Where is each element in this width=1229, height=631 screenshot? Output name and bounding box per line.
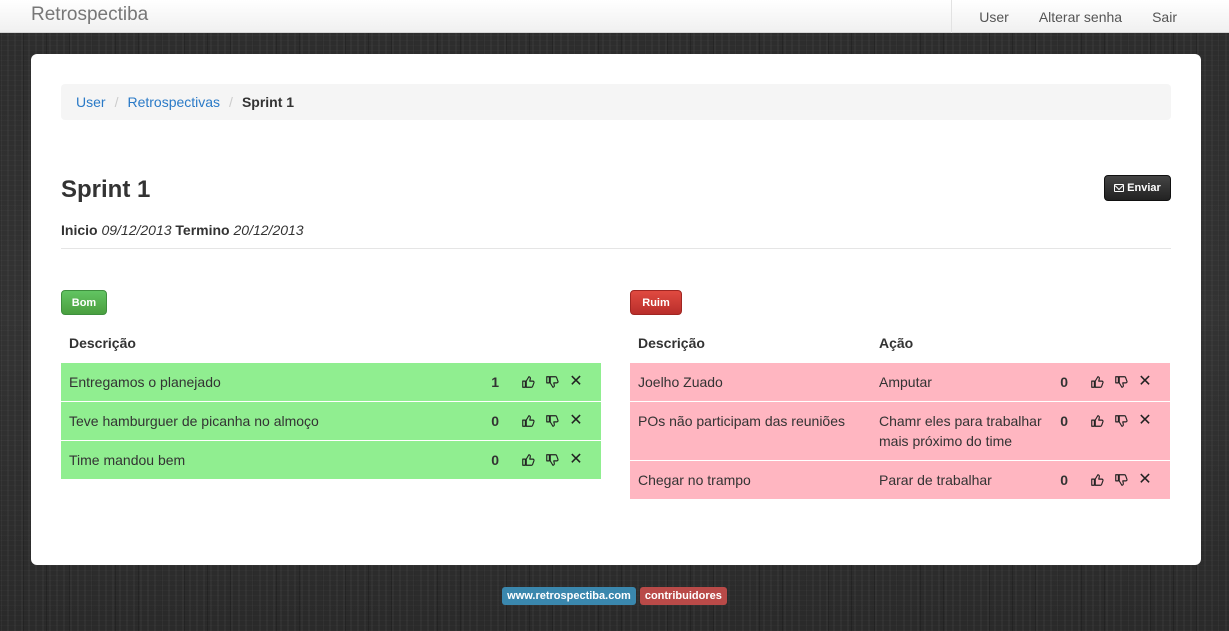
ruim-row-descricao: Joelho Zuado [630,361,871,402]
close-icon[interactable]: ✕ [567,412,585,430]
ruim-row-count: 0 [1052,400,1082,461]
send-button-label: Enviar [1127,182,1161,194]
ruim-header-acao: Ação [879,334,914,351]
page-title: Sprint 1 [61,176,151,203]
thumbs-up-icon[interactable] [519,451,537,469]
table-row: Chegar no trampo Parar de trabalhar 0 ✕ [630,459,1170,500]
close-icon[interactable]: ✕ [1136,471,1154,489]
thumbs-down-icon[interactable] [543,451,561,469]
termino-value: 20/12/2013 [233,222,304,238]
table-row: Time mandou bem 0 ✕ [61,439,601,479]
bom-header-descricao: Descrição [69,334,136,351]
breadcrumb-separator: / [229,94,233,110]
nav-links: User Alterar senha Sair [951,0,1229,33]
table-row: Teve hamburguer de picanha no almoço 0 ✕ [61,400,601,440]
thumbs-down-icon[interactable] [1112,412,1130,430]
thumbs-up-icon[interactable] [519,373,537,391]
ruim-row-count: 0 [1052,459,1082,500]
ruim-row-descricao: POs não participam das reuniões [630,400,871,461]
footer: www.retrospectiba.com contribuidores [0,587,1229,605]
breadcrumb-link-retrospectivas[interactable]: Retrospectivas [127,94,220,110]
bom-row-count: 0 [483,439,513,479]
bom-table: Descrição Entregamos o planejado 1 ✕ Tev… [61,324,601,479]
ruim-row-count: 0 [1052,361,1082,402]
row-actions: ✕ [1082,361,1170,402]
row-actions: ✕ [513,361,601,401]
ruim-label-button[interactable]: Ruim [630,290,682,315]
bom-row-count: 0 [483,400,513,440]
row-actions: ✕ [513,439,601,479]
bom-row-count: 1 [483,361,513,401]
nav-link-sair[interactable]: Sair [1152,9,1177,25]
divider [61,248,1171,249]
thumbs-down-icon[interactable] [1112,373,1130,391]
thumbs-down-icon[interactable] [543,412,561,430]
envelope-icon [1114,184,1125,192]
breadcrumb-separator: / [114,94,119,110]
send-button[interactable]: Enviar [1104,175,1171,201]
brand-logo[interactable]: Retrospectiba [31,4,148,26]
sprint-dates: Inicio 09/12/2013 Termino 20/12/2013 [61,222,304,238]
close-icon[interactable]: ✕ [1136,412,1154,430]
nav-link-user[interactable]: User [979,9,1009,25]
thumbs-down-icon[interactable] [543,373,561,391]
breadcrumb-active: Sprint 1 [241,94,295,110]
bom-label-button[interactable]: Bom [61,290,107,315]
ruim-row-descricao: Chegar no trampo [630,459,871,500]
table-row: Joelho Zuado Amputar 0 ✕ [630,361,1170,402]
main-panel: User / Retrospectivas / Sprint 1 Sprint … [31,54,1201,565]
thumbs-up-icon[interactable] [1088,412,1106,430]
bom-row-descricao: Teve hamburguer de picanha no almoço [61,400,483,440]
row-actions: ✕ [1082,400,1170,461]
ruim-row-acao: Amputar [871,361,1052,402]
close-icon[interactable]: ✕ [567,451,585,469]
bom-row-descricao: Time mandou bem [61,439,483,479]
thumbs-up-icon[interactable] [519,412,537,430]
table-row: Entregamos o planejado 1 ✕ [61,361,601,401]
thumbs-up-icon[interactable] [1088,373,1106,391]
thumbs-up-icon[interactable] [1088,471,1106,489]
ruim-row-acao: Chamr eles para trabalhar mais próximo d… [871,400,1052,461]
nav-link-alterar-senha[interactable]: Alterar senha [1039,9,1122,25]
inicio-label: Inicio [61,222,98,238]
ruim-header-descricao: Descrição [638,334,705,351]
table-row: POs não participam das reuniões Chamr el… [630,400,1170,461]
thumbs-down-icon[interactable] [1112,471,1130,489]
ruim-row-acao: Parar de trabalhar [871,459,1052,500]
ruim-table: Descrição Ação Joelho Zuado Amputar 0 ✕ … [630,324,1170,500]
close-icon[interactable]: ✕ [1136,373,1154,391]
breadcrumb-link-user[interactable]: User [76,94,106,110]
row-actions: ✕ [513,400,601,440]
termino-label: Termino [175,222,230,238]
footer-site-link[interactable]: www.retrospectiba.com [502,587,636,605]
breadcrumb: User / Retrospectivas / Sprint 1 [61,84,1171,120]
navbar: Retrospectiba User Alterar senha Sair [0,0,1229,33]
footer-contributors-link[interactable]: contribuidores [639,587,727,605]
bom-row-descricao: Entregamos o planejado [61,361,483,401]
inicio-value: 09/12/2013 [101,222,172,238]
row-actions: ✕ [1082,459,1170,500]
close-icon[interactable]: ✕ [567,373,585,391]
